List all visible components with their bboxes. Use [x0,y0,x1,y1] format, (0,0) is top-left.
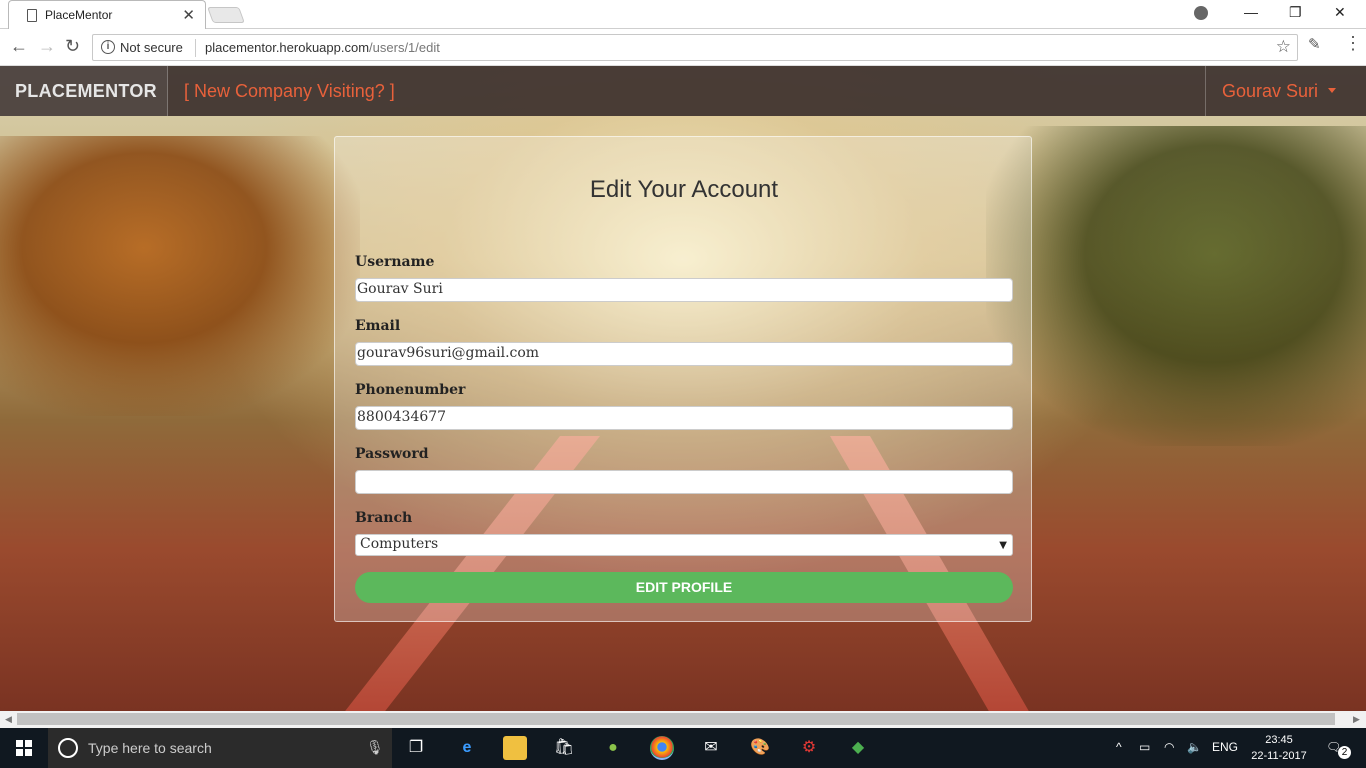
reload-icon[interactable]: ↻ [65,36,80,57]
profile-icon[interactable] [1194,6,1208,20]
app-icon[interactable]: ⚙ [797,736,821,760]
taskbar-search[interactable]: Type here to search 🎙 [48,728,392,768]
browser-tab[interactable]: PlaceMentor ✕ [8,0,206,29]
cortana-icon [58,738,78,758]
brand-link[interactable]: PLACEMENTOR [0,66,168,116]
horizontal-scrollbar[interactable]: ◀ ▶ [0,711,1366,728]
password-input[interactable] [355,470,1013,494]
background-trees-left [0,136,360,416]
file-explorer-icon[interactable] [503,736,527,760]
chevron-down-icon [1328,88,1336,93]
menu-icon[interactable]: ⋮ [1344,33,1362,54]
back-icon[interactable]: ← [10,36,28,57]
mail-icon[interactable]: ✉ [699,736,723,760]
forward-icon[interactable]: → [38,36,56,57]
divider [195,39,196,57]
restore-icon[interactable]: ❐ [1289,4,1302,21]
dropdown-arrow-icon: ▼ [999,540,1007,551]
clock-time: 23:45 [1265,734,1293,746]
minimize-icon[interactable]: — [1244,4,1258,20]
branch-select[interactable]: Computers ▼ [355,534,1013,556]
tab-title: PlaceMentor [45,8,113,22]
new-tab-button[interactable] [207,7,245,23]
battery-icon[interactable]: ▭ [1139,740,1150,754]
branch-selected-value: Computers [360,536,439,552]
search-placeholder: Type here to search [88,740,212,756]
branch-label: Branch [355,510,413,526]
store-icon[interactable]: 🛍 [552,736,576,760]
browser-tab-bar: PlaceMentor ✕ — ❐ ✕ [0,0,1366,29]
user-name: Gourav Suri [1222,81,1319,101]
microphone-icon[interactable]: 🎙 [366,739,384,756]
close-tab-icon[interactable]: ✕ [182,6,195,24]
browser-toolbar: ← → ↻ i Not secure placementor.herokuapp… [0,29,1366,66]
taskbar: Type here to search 🎙 ❐ e 🛍 ● ✉ 🎨 ⚙ ◆ ^ … [0,728,1366,768]
info-icon[interactable]: i [101,40,115,54]
windows-start-icon[interactable] [16,740,32,756]
edge-icon[interactable]: e [455,736,479,760]
volume-icon[interactable]: 🔈 [1187,740,1202,754]
clock[interactable]: 23:45 22-11-2017 [1248,732,1310,764]
edit-profile-button[interactable]: EDIT PROFILE [355,572,1013,603]
git-icon[interactable]: ◆ [846,736,870,760]
paint-icon[interactable]: 🎨 [748,736,772,760]
new-company-link[interactable]: [ New Company Visiting? ] [184,81,395,102]
user-menu[interactable]: Gourav Suri [1205,66,1366,116]
username-input[interactable]: Gourav Suri [355,278,1013,302]
chrome-icon[interactable] [650,736,674,760]
phone-input[interactable]: 8800434677 [355,406,1013,430]
brand-text: PLACEMENTOR [15,81,157,101]
url-host: placementor.herokuapp.com [205,40,370,55]
bookmark-star-icon[interactable]: ☆ [1276,37,1291,57]
notification-count: 2 [1338,746,1351,759]
email-label: Email [355,318,401,334]
scroll-right-icon[interactable]: ▶ [1353,714,1360,725]
site-navbar: PLACEMENTOR [ New Company Visiting? ] Go… [0,66,1366,116]
language-indicator[interactable]: ENG [1212,740,1238,754]
url-path: /users/1/edit [369,40,440,55]
scroll-left-icon[interactable]: ◀ [5,714,12,725]
address-bar[interactable]: i Not secure placementor.herokuapp.com/u… [92,34,1298,61]
security-label[interactable]: Not secure [120,40,183,55]
page-icon [27,9,37,22]
password-label: Password [355,446,429,462]
edit-account-card: Edit Your Account Username Gourav Suri E… [334,136,1032,622]
close-window-icon[interactable]: ✕ [1334,4,1346,21]
extension-icon[interactable]: ✎ [1308,35,1321,53]
background-trees-right [986,126,1366,446]
show-hidden-icons[interactable]: ^ [1116,740,1122,754]
url-text[interactable]: placementor.herokuapp.com/users/1/edit [205,40,440,55]
page-title: Edit Your Account [589,176,779,203]
username-label: Username [355,254,435,270]
android-studio-icon[interactable]: ● [601,736,625,760]
task-view-icon[interactable]: ❐ [404,736,428,760]
wifi-icon[interactable]: ◠ [1164,740,1174,754]
scrollbar-thumb[interactable] [17,713,1335,725]
email-input[interactable]: gourav96suri@gmail.com [355,342,1013,366]
phone-label: Phonenumber [355,382,466,398]
clock-date: 22-11-2017 [1251,750,1307,762]
